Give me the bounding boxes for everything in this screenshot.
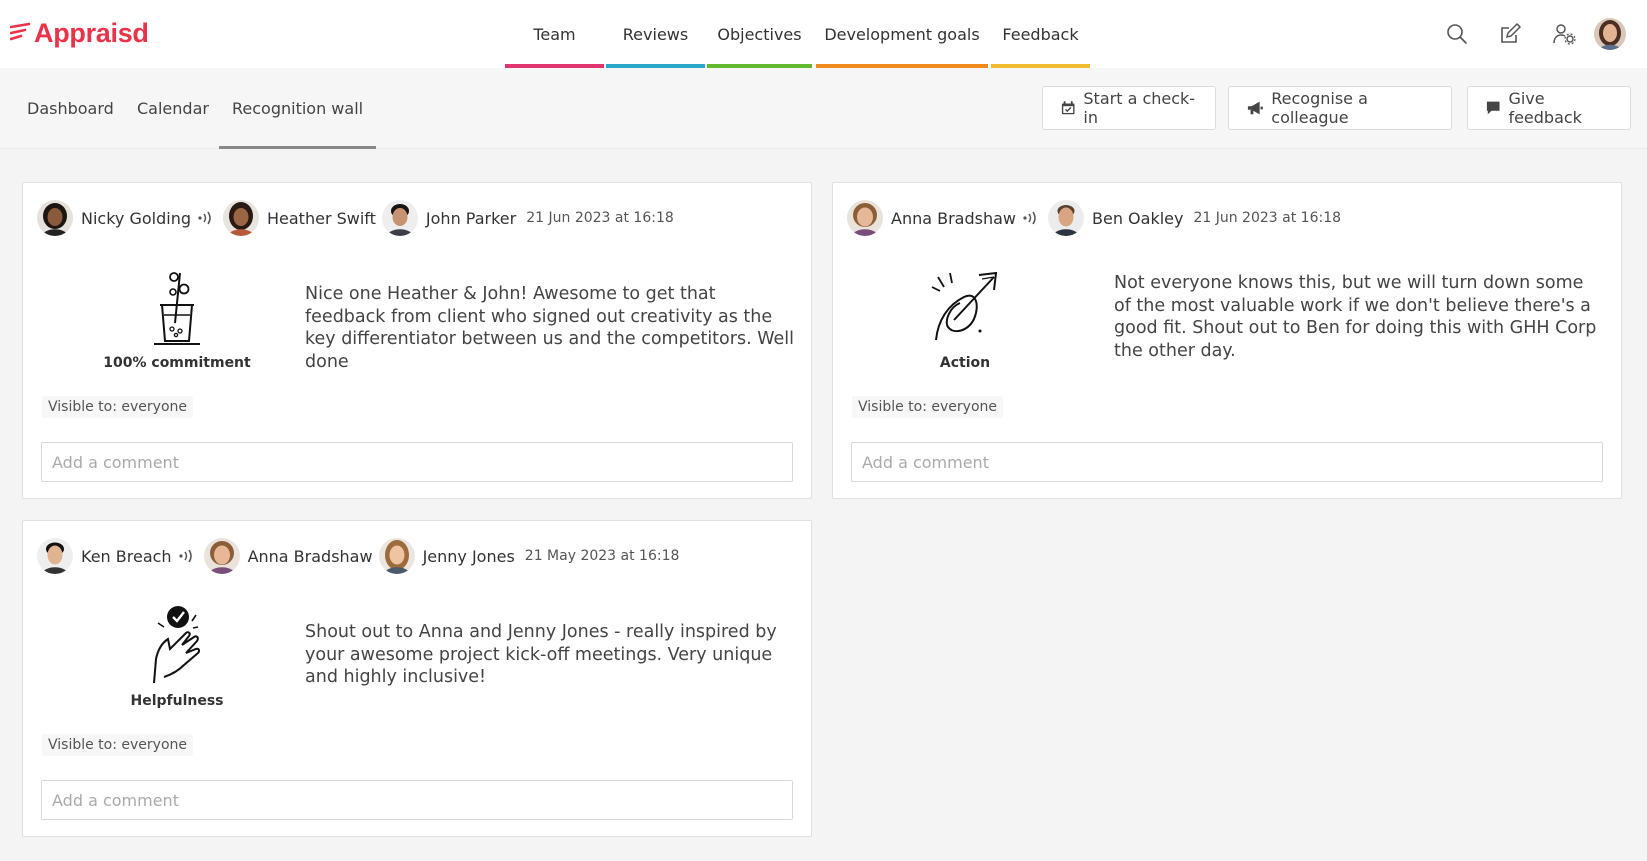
give-feedback-button[interactable]: Give feedback	[1467, 86, 1631, 130]
recipient-name[interactable]: Heather Swift	[267, 209, 376, 228]
main-nav: Team Reviews Objectives Development goal…	[505, 0, 1090, 68]
comment-input[interactable]	[851, 442, 1603, 482]
nav-objectives[interactable]: Objectives	[707, 0, 812, 68]
start-check-in-label: Start a check-in	[1083, 89, 1196, 127]
recipient-name[interactable]: Jenny Jones	[423, 547, 515, 566]
nav-reviews[interactable]: Reviews	[606, 0, 705, 68]
start-check-in-button[interactable]: Start a check-in	[1042, 86, 1216, 130]
nav-team[interactable]: Team	[505, 0, 604, 68]
nav-objectives-label: Objectives	[717, 24, 802, 44]
avatar[interactable]	[1048, 200, 1084, 236]
recognition-signal-icon	[178, 549, 192, 563]
avatar[interactable]	[37, 538, 73, 574]
user-avatar[interactable]	[1594, 18, 1626, 50]
giver-name[interactable]: Anna Bradshaw	[891, 209, 1016, 228]
nav-development-goals[interactable]: Development goals	[816, 0, 988, 68]
recognition-signal-icon	[1023, 211, 1036, 225]
comment-input[interactable]	[41, 780, 793, 820]
recipient-name[interactable]: Anna Bradshaw	[248, 547, 373, 566]
tab-recognition-wall-label: Recognition wall	[232, 99, 364, 118]
recognition-signal-icon	[198, 211, 211, 225]
recognise-colleague-label: Recognise a colleague	[1271, 89, 1368, 127]
badge-label: Action	[939, 355, 991, 371]
edit-icon[interactable]	[1498, 22, 1522, 46]
card-header: Nicky Golding Heather Swift John Parker …	[37, 199, 674, 237]
comment-input[interactable]	[41, 442, 793, 482]
recognise-colleague-button[interactable]: Recognise a colleague	[1228, 86, 1452, 130]
giver-name[interactable]: Nicky Golding	[81, 209, 191, 228]
recipient-name[interactable]: Ben Oakley	[1092, 209, 1183, 228]
card-header: Ken Breach Anna Bradshaw Jenny Jones 21 …	[37, 537, 679, 575]
sub-nav-bar: Dashboard Calendar Recognition wall Star…	[0, 68, 1647, 149]
appraisd-logo[interactable]: Appraisd	[10, 16, 149, 50]
recognition-card: Ken Breach Anna Bradshaw Jenny Jones 21 …	[22, 520, 812, 837]
card-header: Anna Bradshaw Ben Oakley 21 Jun 2023 at …	[847, 199, 1341, 237]
rocket-arrow-icon	[931, 271, 998, 341]
megaphone-icon	[1247, 101, 1263, 115]
top-bar: Appraisd Team Reviews Objectives Develop…	[0, 0, 1647, 68]
nav-feedback[interactable]: Feedback	[991, 0, 1090, 68]
nav-team-label: Team	[533, 24, 576, 44]
post-date: 21 May 2023 at 16:18	[524, 548, 680, 564]
nav-feedback-label: Feedback	[1002, 24, 1079, 44]
logo-mark-icon	[10, 22, 31, 41]
recognition-card: Anna Bradshaw Ben Oakley 21 Jun 2023 at …	[832, 182, 1622, 499]
post-date: 21 Jun 2023 at 16:18	[526, 210, 674, 226]
avatar[interactable]	[378, 538, 415, 574]
nav-reviews-label: Reviews	[622, 24, 689, 44]
giver-name[interactable]: Ken Breach	[81, 547, 172, 566]
recognition-badge: Action	[875, 265, 1055, 371]
avatar[interactable]	[381, 200, 418, 236]
give-feedback-label: Give feedback	[1508, 89, 1582, 127]
recognition-message: Not everyone knows this, but we will tur…	[1114, 273, 1597, 361]
tab-dashboard[interactable]: Dashboard	[27, 68, 114, 149]
avatar[interactable]	[37, 200, 73, 236]
visibility-label: Visible to: everyone	[42, 734, 194, 756]
recognition-card: Nicky Golding Heather Swift John Parker …	[22, 182, 812, 499]
speech-bubble-icon	[1486, 101, 1500, 115]
user-settings-icon[interactable]	[1552, 22, 1576, 46]
tab-dashboard-label: Dashboard	[27, 99, 114, 118]
helping-hand-icon	[153, 606, 201, 684]
avatar[interactable]	[223, 200, 259, 236]
recognition-badge: Helpfulness	[87, 603, 267, 709]
badge-label: 100% commitment	[103, 355, 251, 371]
visibility-label: Visible to: everyone	[42, 396, 194, 418]
recognition-message: Nice one Heather & John! Awesome to get …	[305, 284, 794, 372]
calendar-check-icon	[1061, 101, 1075, 115]
recognition-message: Shout out to Anna and Jenny Jones - real…	[305, 622, 777, 687]
search-icon[interactable]	[1445, 22, 1469, 46]
tab-recognition-wall[interactable]: Recognition wall	[218, 68, 377, 149]
tab-calendar-label: Calendar	[137, 99, 209, 118]
tab-calendar[interactable]: Calendar	[137, 68, 209, 149]
avatar[interactable]	[203, 538, 240, 574]
nav-development-goals-label: Development goals	[824, 24, 980, 44]
visibility-label: Visible to: everyone	[852, 396, 1004, 418]
badge-label: Helpfulness	[130, 693, 224, 709]
recognition-badge: 100% commitment	[87, 265, 267, 371]
post-date: 21 Jun 2023 at 16:18	[1193, 210, 1342, 226]
avatar[interactable]	[847, 200, 883, 236]
drink-glass-icon	[154, 272, 200, 345]
logo-text: Appraisd	[34, 17, 149, 48]
recipient-name[interactable]: John Parker	[426, 209, 516, 228]
